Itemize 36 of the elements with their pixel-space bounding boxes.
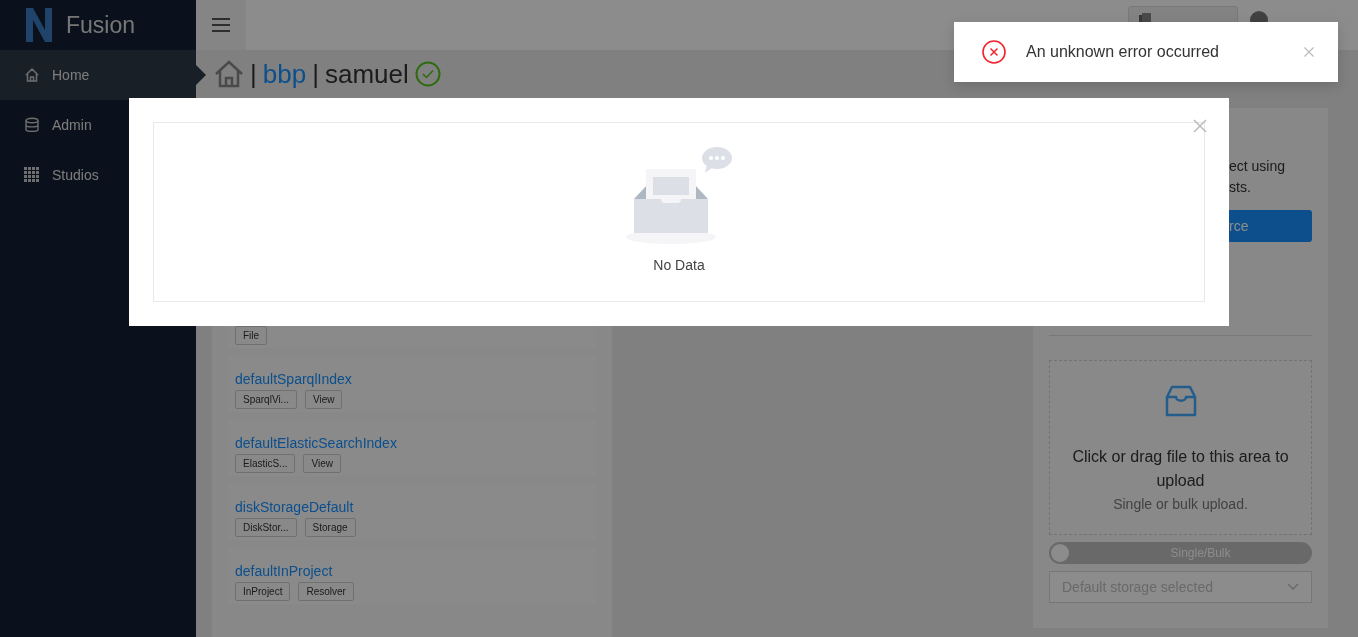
type-tag: ElasticS... (235, 454, 296, 473)
upload-instructions: Click or drag file to this area to upload (1071, 447, 1290, 491)
upload-hint: Single or bulk upload. (1113, 496, 1248, 512)
type-tag: Storage (304, 518, 356, 537)
type-tag: File (235, 326, 268, 345)
empty-text: No Data (653, 257, 705, 273)
type-tag: SparqlVi... (235, 390, 297, 409)
breadcrumb-separator: | (312, 58, 319, 90)
upload-area[interactable]: Click or drag file to this area to upload Single or bulk upload. (1049, 360, 1312, 535)
home-icon[interactable] (214, 60, 244, 88)
app-name: Fusion (66, 11, 136, 39)
grid-icon (24, 167, 40, 183)
database-icon (24, 117, 40, 133)
type-tag: Resolver (298, 582, 354, 601)
menu-icon (212, 18, 230, 32)
type-tag: InProject (235, 582, 291, 601)
chevron-down-icon (1287, 583, 1299, 591)
nav-item[interactable]: Admin (0, 100, 196, 150)
type-tag: View (304, 390, 343, 409)
home-icon (24, 67, 40, 83)
menu-button[interactable] (196, 0, 246, 50)
project-name: samuel (324, 58, 409, 90)
description-text: sts. (1229, 178, 1251, 197)
resource-link[interactable]: defaultElasticSearchIndex (235, 435, 397, 451)
logo-icon (26, 8, 52, 42)
type-tag: DiskStor... (235, 518, 297, 537)
nav-item[interactable]: Studios (0, 150, 196, 200)
error-icon (982, 40, 1006, 64)
description-text: ect using (1229, 157, 1286, 176)
resource-link[interactable]: defaultInProject (235, 563, 333, 579)
type-tag: View (303, 454, 341, 473)
resource-link[interactable]: defaultSparqlIndex (235, 371, 352, 387)
notification-message: An unknown error occurred (1026, 43, 1220, 61)
organization-link[interactable]: bbp (262, 58, 307, 90)
resource-link[interactable]: diskStorageDefault (235, 499, 354, 515)
breadcrumb-separator: | (250, 58, 257, 90)
